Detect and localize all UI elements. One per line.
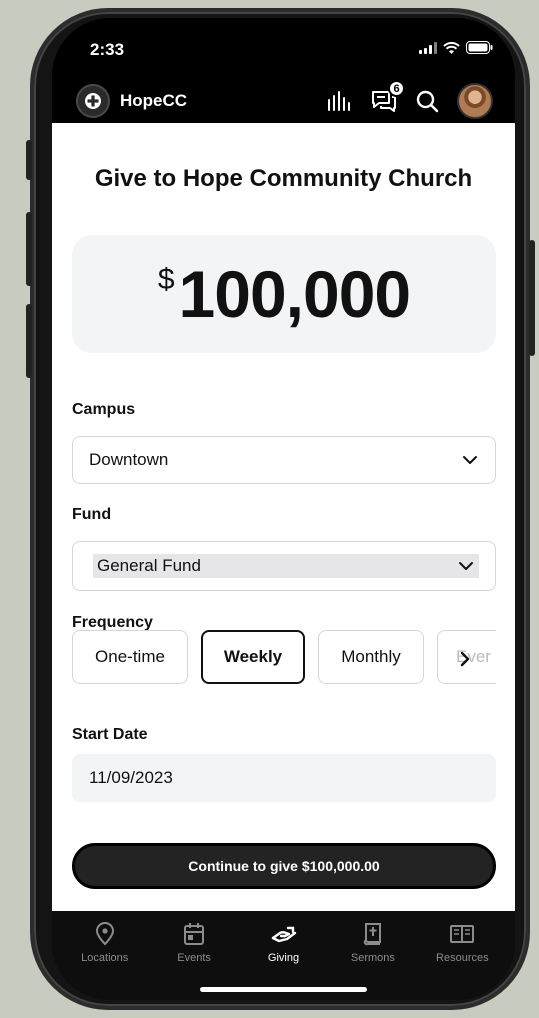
frequency-option-weekly[interactable]: Weekly [201,630,305,684]
location-pin-icon [94,921,116,947]
fund-label: Fund [72,506,112,523]
nav-label-events: Events [177,952,211,964]
nav-label-locations: Locations [81,952,129,964]
messages-icon[interactable]: 6 [371,80,405,113]
start-date-value: 11/09/2023 [89,768,173,787]
start-date-input[interactable]: 11/09/2023 [72,754,496,802]
status-time: 2:33 [90,40,125,59]
app-header: HopeCC 6 [52,80,515,122]
wifi-icon [443,41,460,54]
frequency-option-one-time[interactable]: One-time [72,630,188,684]
bible-icon [362,921,384,947]
nav-item-resources[interactable]: Resources [418,911,507,1000]
phone-volume-down [26,304,32,378]
fund-value: General Fund [97,556,201,575]
chevron-down-icon [457,557,475,575]
amount-currency: $ [157,263,175,296]
chevron-down-icon [461,451,479,469]
nav-label-giving: Giving [267,952,300,964]
nav-item-locations[interactable]: Locations [60,911,149,1000]
header-actions: 6 [327,80,493,119]
audio-bars-icon[interactable] [327,90,353,112]
giving-form: Give to Hope Community Church $ 100,000 … [52,123,515,911]
phone-volume-up [26,212,32,286]
campus-value: Downtown [89,450,169,469]
amount-display[interactable]: $ 100,000 [72,235,496,353]
home-indicator[interactable] [200,987,367,992]
battery-icon [466,41,493,54]
start-date-label: Start Date [72,726,148,743]
giving-hand-icon [271,921,297,947]
nav-label-sermons: Sermons [350,952,395,964]
search-icon[interactable] [415,89,439,113]
messages-badge: 6 [388,80,405,97]
nav-label-resources: Resources [436,952,489,964]
status-icons [419,41,493,54]
page-title: Give to Hope Community Church [94,165,473,192]
fund-value-highlight: General Fund [93,554,479,578]
user-avatar[interactable] [457,83,493,119]
brand-name: HopeCC [120,91,188,110]
frequency-options: One-time Weekly Monthly Ever [72,630,496,686]
phone-screen: 2:33 HopeCC 6 Give to Hope Community Chu… [52,18,515,1000]
amount-value: 100,000 [178,257,412,331]
chevron-right-icon[interactable] [456,650,474,668]
phone-mute-switch [26,140,32,180]
campus-select[interactable]: Downtown [72,436,496,484]
continue-button[interactable]: Continue to give $100,000.00 [72,843,496,889]
campus-label: Campus [72,401,136,418]
phone-power-button [529,240,535,356]
calendar-icon [183,921,205,947]
church-logo-icon[interactable] [76,84,110,118]
frequency-option-monthly[interactable]: Monthly [318,630,424,684]
fund-select[interactable]: General Fund [72,541,496,591]
cellular-signal-icon [419,41,437,54]
book-open-icon [449,921,475,947]
